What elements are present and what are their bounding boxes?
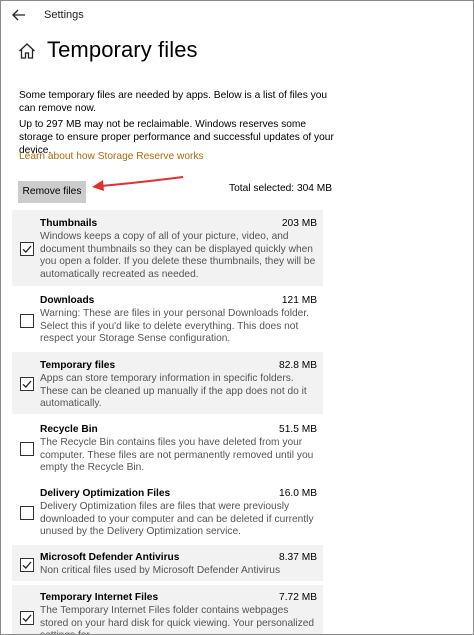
item-name: Recycle Bin <box>40 424 98 435</box>
title-bar: Settings <box>1 1 473 31</box>
item-description: Windows keeps a copy of all of your pict… <box>40 231 316 280</box>
item-size: 7.72 MB <box>279 592 317 603</box>
back-arrow-icon <box>12 9 25 21</box>
list-item-defender-antivirus: Microsoft Defender Antivirus 8.37 MB Non… <box>12 545 323 581</box>
app-title: Settings <box>44 9 84 21</box>
item-size: 82.8 MB <box>279 360 317 371</box>
checkmark-icon <box>22 614 32 622</box>
checkmark-icon <box>22 245 32 253</box>
intro-text: Some temporary files are needed by apps.… <box>19 90 328 114</box>
item-size: 8.37 MB <box>279 552 317 563</box>
item-description: Non critical files used by Microsoft Def… <box>40 565 281 576</box>
item-size: 203 MB <box>281 218 317 229</box>
total-selected: Total selected: 304 MB <box>229 183 333 194</box>
checkbox[interactable] <box>20 558 34 572</box>
settings-window: Settings Temporary files Some temporary … <box>0 0 474 635</box>
item-description: The Temporary Internet Files folder cont… <box>40 605 315 634</box>
checkbox[interactable] <box>20 314 34 328</box>
item-name: Delivery Optimization Files <box>40 488 171 499</box>
item-size: 51.5 MB <box>279 424 317 435</box>
home-icon[interactable] <box>18 42 36 60</box>
list-item-temporary-internet-files: Temporary Internet Files 7.72 MB The Tem… <box>12 585 323 634</box>
item-description: Apps can store temporary information in … <box>40 373 307 410</box>
checkmark-icon <box>22 380 32 388</box>
back-button[interactable] <box>9 6 29 24</box>
list-item-delivery-optimization: Delivery Optimization Files 16.0 MB Deli… <box>12 481 323 543</box>
item-name: Temporary Internet Files <box>40 592 159 603</box>
checkbox[interactable] <box>20 506 34 520</box>
storage-reserve-link[interactable]: Learn about how Storage Reserve works <box>19 151 204 162</box>
item-description: Delivery Optimization files are files th… <box>40 501 314 538</box>
item-name: Temporary files <box>40 360 116 371</box>
checkbox[interactable] <box>20 442 34 456</box>
item-name: Microsoft Defender Antivirus <box>40 552 180 563</box>
item-size: 121 MB <box>281 295 317 306</box>
annotation-arrow-icon <box>92 176 184 191</box>
checkbox[interactable] <box>20 611 34 625</box>
list-item-temporary-files: Temporary files 82.8 MB Apps can store t… <box>12 352 323 414</box>
checkbox[interactable] <box>20 377 34 391</box>
page-title: Temporary files <box>47 37 198 62</box>
item-description: The Recycle Bin contains files you have … <box>40 437 314 474</box>
item-size: 16.0 MB <box>279 488 317 499</box>
list-item-thumbnails: Thumbnails 203 MB Windows keeps a copy o… <box>12 210 323 286</box>
checkmark-icon <box>22 561 32 569</box>
remove-files-button[interactable]: Remove files <box>18 181 86 203</box>
list-item-recycle-bin: Recycle Bin 51.5 MB The Recycle Bin cont… <box>12 416 323 478</box>
item-name: Downloads <box>40 295 95 306</box>
item-name: Thumbnails <box>40 218 98 229</box>
list-item-downloads: Downloads 121 MB Warning: These are file… <box>12 288 323 348</box>
checkbox[interactable] <box>20 242 34 256</box>
item-description: Warning: These are files in your persona… <box>40 308 309 345</box>
